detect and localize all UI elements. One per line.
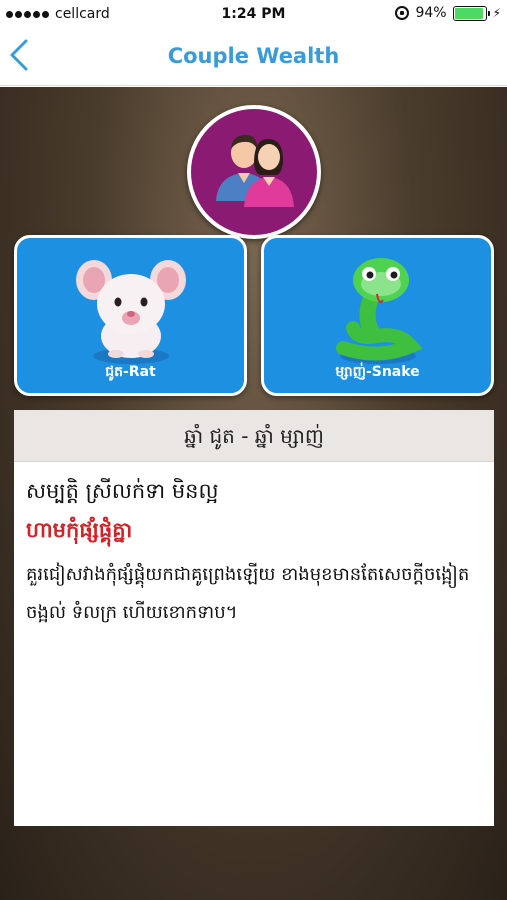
result-header: ឆ្នាំ ជូត - ឆ្នាំ ម្សាញ់ xyxy=(14,410,494,462)
rat-card-label: ជូត-Rat xyxy=(105,364,156,380)
charging-bolt-icon: ⚡ xyxy=(492,6,501,20)
couple-avatar-circle xyxy=(187,105,321,239)
result-title: សម្បត្តិ ស្រីលក់ទា មិនល្អ xyxy=(26,479,219,503)
status-right: 94% ⚡ xyxy=(395,5,501,21)
result-subtitle: ហាមកុំផ្សំផ្គុំគ្នា xyxy=(26,518,133,542)
rat-icon xyxy=(75,260,186,364)
rat-card[interactable]: ជូត-Rat xyxy=(14,235,247,396)
couple-icon xyxy=(216,135,294,207)
snake-icon xyxy=(335,258,423,364)
battery-percent: 94% xyxy=(415,5,447,21)
orientation-lock-icon xyxy=(395,6,410,20)
result-description: គួរជៀសវាងកុំផ្សំផ្គុំយកជាគូព្រេងឡើយ ខាងម… xyxy=(26,564,470,623)
navigation-bar: Couple Wealth xyxy=(0,30,507,86)
snake-card-label: ម្សាញ់-Snake xyxy=(335,364,420,380)
result-panel: ឆ្នាំ ជូត - ឆ្នាំ ម្សាញ់ សម្បត្តិ ស្រីលក… xyxy=(14,410,494,826)
battery-fill xyxy=(454,7,483,19)
page-title: Couple Wealth xyxy=(167,44,340,68)
snake-card[interactable]: ម្សាញ់-Snake xyxy=(261,235,494,396)
battery-icon xyxy=(452,5,490,21)
status-bar: cellcard 1:24 PM 94% ⚡ xyxy=(0,0,507,30)
